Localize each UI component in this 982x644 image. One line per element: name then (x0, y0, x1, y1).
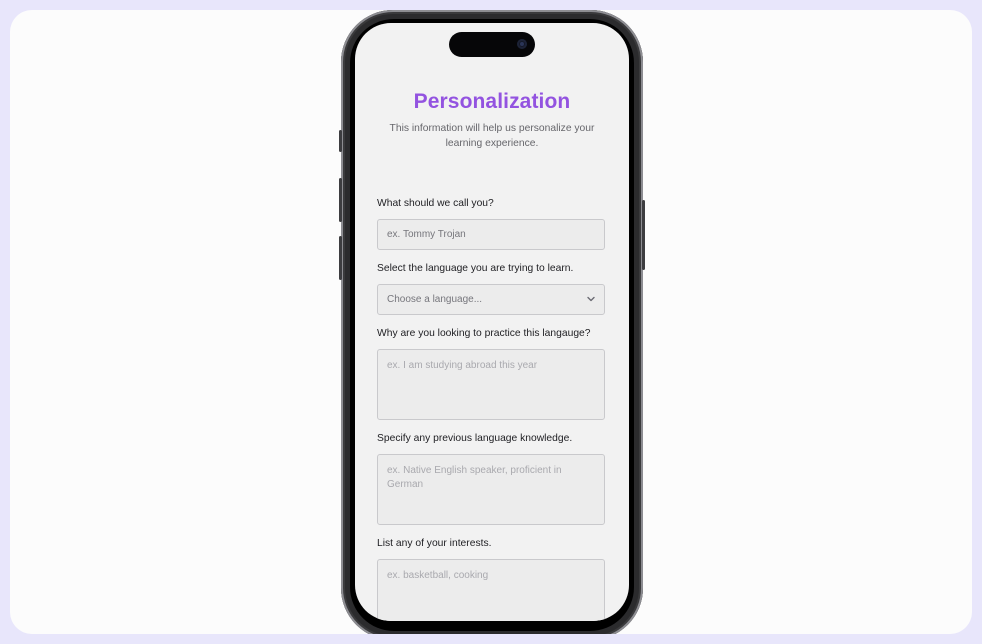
interests-label: List any of your interests. (377, 538, 492, 549)
canvas: Personalization This information will he… (10, 10, 972, 634)
phone-volume-up-button (339, 178, 342, 222)
knowledge-label: Specify any previous language knowledge. (377, 433, 573, 444)
app-screen: Personalization This information will he… (355, 23, 629, 621)
reason-textarea-placeholder: ex. I am studying abroad this year (387, 360, 538, 371)
phone-mockup: Personalization This information will he… (339, 10, 645, 634)
page-subtitle: This information will help us personaliz… (389, 123, 595, 149)
chevron-down-icon (587, 296, 595, 302)
language-label: Select the language you are trying to le… (377, 263, 574, 274)
language-select-value: Choose a language... (387, 294, 483, 305)
reason-label: Why are you looking to practice this lan… (377, 328, 591, 339)
knowledge-textarea[interactable]: ex. Native English speaker, proficient i… (377, 454, 605, 525)
phone-action-button (339, 130, 342, 152)
name-input[interactable]: ex. Tommy Trojan (377, 219, 605, 250)
phone-volume-down-button (339, 236, 342, 280)
reason-textarea[interactable]: ex. I am studying abroad this year (377, 349, 605, 420)
language-select[interactable]: Choose a language... (377, 284, 605, 315)
phone-power-button (642, 200, 645, 270)
dynamic-island (449, 32, 535, 57)
name-label: What should we call you? (377, 198, 494, 209)
interests-textarea[interactable]: ex. basketball, cooking (377, 559, 605, 621)
name-input-placeholder: ex. Tommy Trojan (387, 229, 466, 240)
knowledge-textarea-placeholder: ex. Native English speaker, proficient i… (387, 465, 562, 490)
page-title: Personalization (413, 90, 571, 113)
camera-icon (517, 39, 527, 49)
interests-textarea-placeholder: ex. basketball, cooking (387, 570, 489, 581)
